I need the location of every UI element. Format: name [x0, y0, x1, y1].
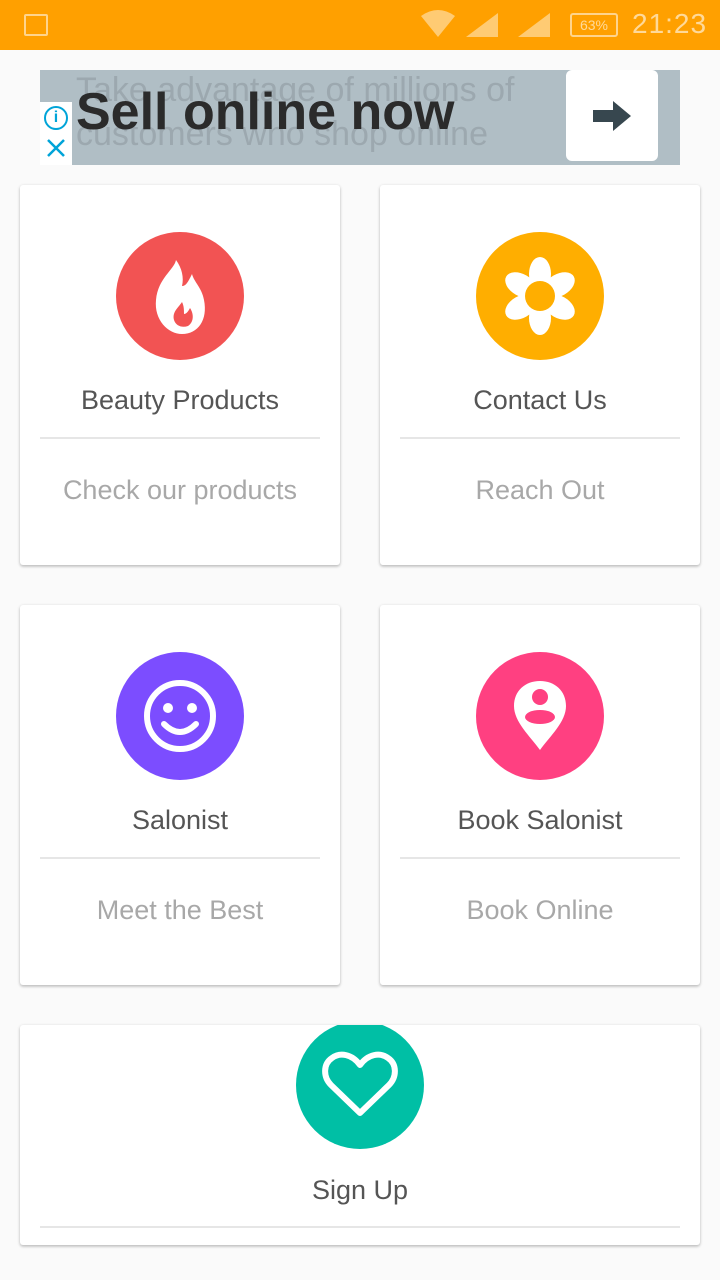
sign-up-title: Sign Up [311, 1175, 409, 1205]
wifi-icon [421, 10, 455, 37]
sign-up-icon-circle [296, 1025, 424, 1149]
info-icon[interactable]: i [44, 106, 68, 130]
salonist-card[interactable]: Salonist Meet the Best [20, 605, 340, 985]
contact-us-subtitle: Reach Out [475, 475, 605, 505]
salonist-title: Salonist [131, 805, 229, 835]
ad-headline: Sell online now [76, 83, 455, 141]
contact-us-card[interactable]: Contact Us Reach Out [380, 185, 700, 565]
close-icon[interactable] [44, 136, 68, 160]
battery-indicator: 63% [570, 13, 618, 37]
location-person-icon [514, 681, 566, 750]
book-salonist-icon-circle [476, 652, 604, 780]
ad-banner[interactable]: Take advantage of millions of customers … [40, 70, 680, 165]
status-time: 21:23 [632, 8, 708, 39]
beauty-products-icon-circle [116, 232, 244, 360]
arrow-right-icon [593, 100, 631, 131]
smiley-icon [144, 680, 216, 752]
card-divider [400, 437, 680, 439]
card-divider [400, 857, 680, 859]
book-salonist-subtitle: Book Online [466, 895, 614, 925]
ad-choices-badge: i [40, 102, 72, 165]
beauty-products-subtitle: Check our products [62, 475, 298, 505]
salonist-subtitle: Meet the Best [96, 895, 264, 925]
signal-secondary-icon [518, 13, 550, 37]
card-divider [40, 437, 320, 439]
book-salonist-card[interactable]: Book Salonist Book Online [380, 605, 700, 985]
card-divider [40, 1226, 680, 1228]
contact-us-title: Contact Us [473, 385, 607, 415]
contact-us-icon-circle [476, 232, 604, 360]
ad-arrow-button[interactable] [566, 70, 658, 161]
gallery-notification-icon [24, 14, 48, 36]
card-divider [40, 857, 320, 859]
flower-icon [505, 257, 575, 335]
beauty-products-title: Beauty Products [80, 385, 280, 415]
signal-icon [466, 13, 498, 37]
beauty-products-card[interactable]: Beauty Products Check our products [20, 185, 340, 565]
book-salonist-title: Book Salonist [457, 805, 623, 835]
flame-icon [155, 260, 205, 334]
sign-up-card[interactable]: Sign Up [20, 1025, 700, 1245]
salonist-icon-circle [116, 652, 244, 780]
heart-icon [322, 1051, 398, 1116]
status-bar: 63% 21:23 [0, 0, 720, 50]
